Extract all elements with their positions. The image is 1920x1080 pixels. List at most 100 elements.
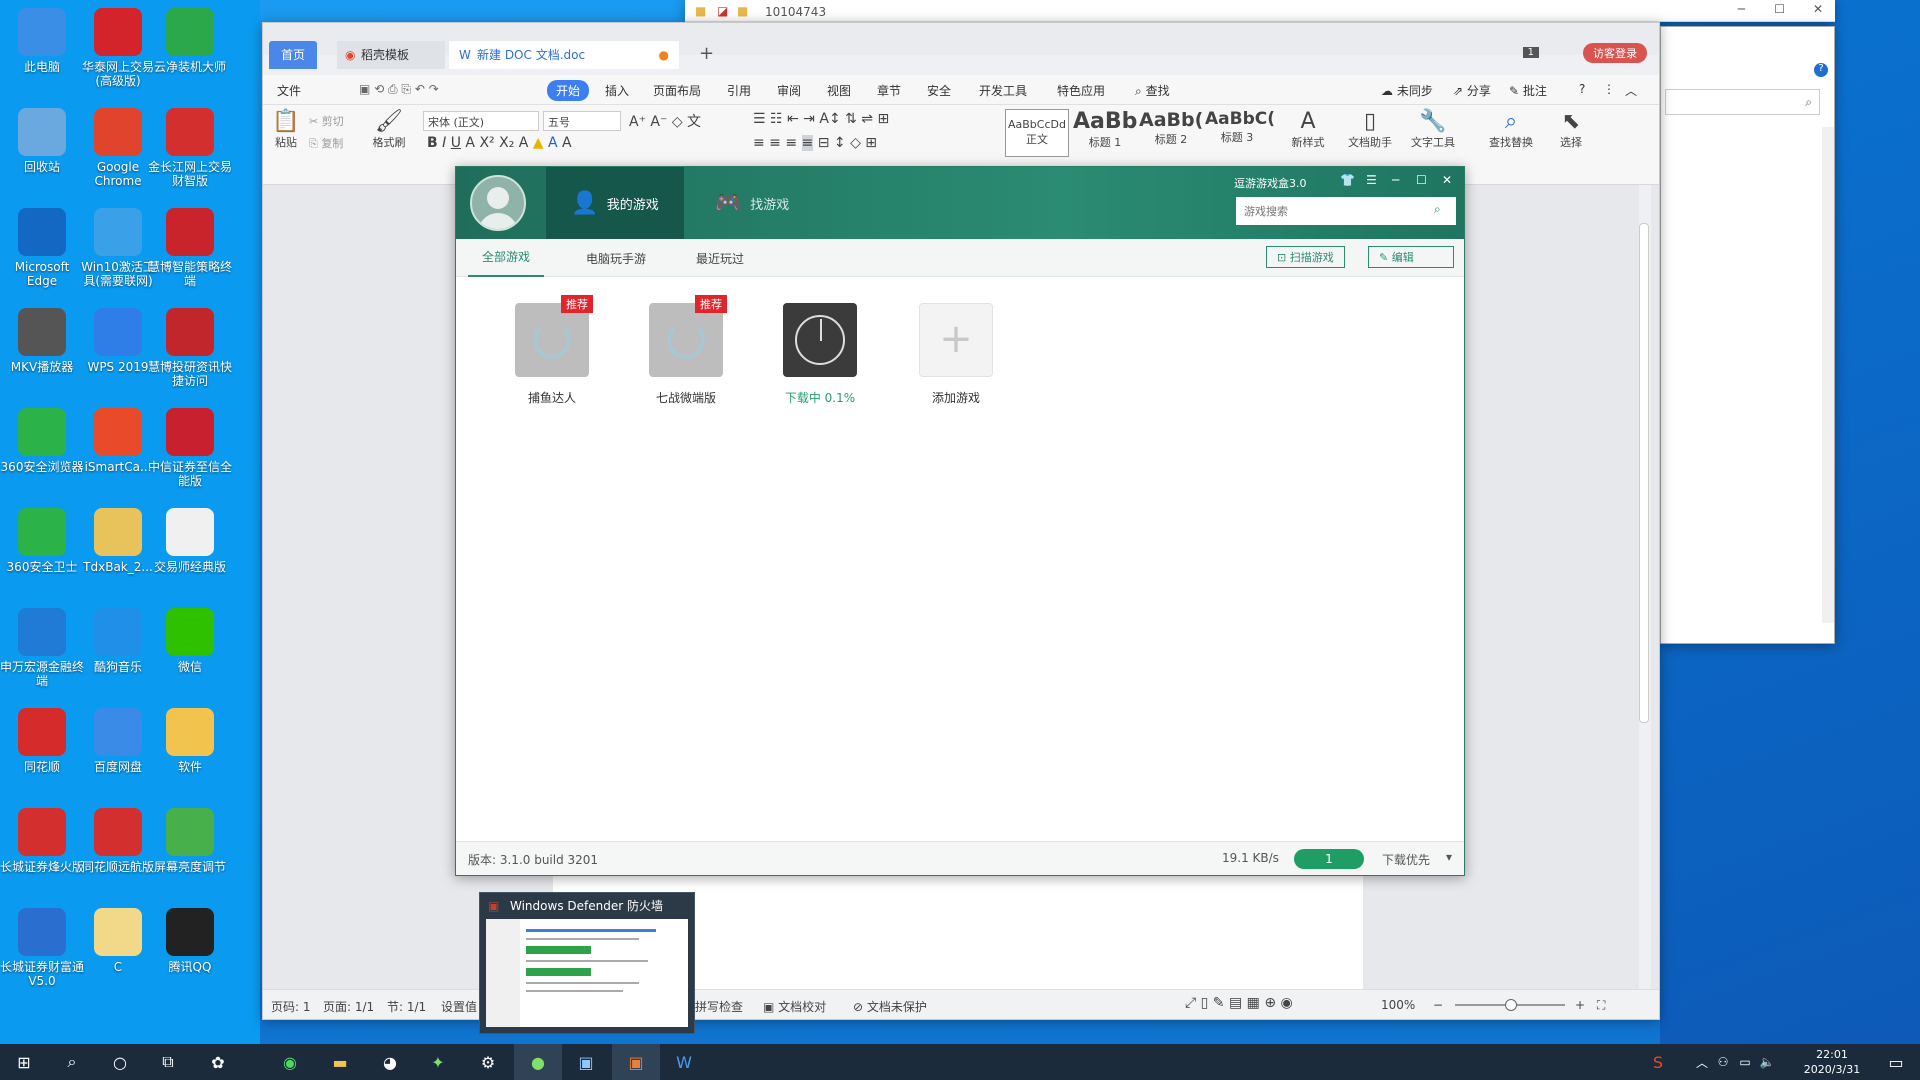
zoom-level[interactable]: 100% [1381,998,1415,1012]
more-icon[interactable]: ⋮ [1603,82,1615,96]
menu-special[interactable]: 特色应用 [1057,82,1105,99]
find-replace-button[interactable]: ⌕ 查找替换 [1481,109,1541,150]
taskbar-app-explorer[interactable]: ▬ [316,1044,364,1080]
add-game-tile[interactable]: + 添加游戏 [896,303,1016,406]
font-adjust-icons[interactable]: A⁺ A⁻ ◇ 文 [629,111,701,131]
view-mode-icons[interactable]: ⤢ ▯ ✎ ▤ ▦ ⊕ ◉ [1185,995,1293,1011]
share-button[interactable]: ⇗ 分享 [1453,82,1491,99]
network-icon[interactable]: ▭ [1734,1044,1756,1080]
scrollbar-thumb[interactable] [1639,223,1649,723]
start-button[interactable]: ⊞ [0,1044,48,1080]
desktop-icon[interactable]: 金长江网上交易财智版 [148,108,232,188]
taskbar-thumbnail[interactable]: ▣ Windows Defender 防火墙 [479,892,695,1034]
text-tool-button[interactable]: 🔧 文字工具 [1403,109,1463,150]
zoom-out-icon[interactable]: − [1433,998,1443,1012]
menu-chapter[interactable]: 章节 [877,82,901,99]
desktop-icon[interactable]: 此电脑 [0,8,84,74]
subtab-recent[interactable]: 最近玩过 [696,250,744,267]
tray-user-icon[interactable]: ⚇ [1712,1044,1734,1080]
clock[interactable]: 22:01 2020/3/31 [1794,1047,1870,1077]
game-tile-downloading[interactable]: 下载中 0.1% [760,303,880,406]
guest-login-button[interactable]: 访客登录 [1583,43,1647,63]
maximize-icon[interactable]: ☐ [1774,2,1785,16]
new-style-button[interactable]: A 新样式 [1283,109,1333,150]
desktop-icon[interactable]: 回收站 [0,108,84,174]
desktop-icon[interactable]: 中信证券至信全能版 [148,408,232,488]
zoom-slider[interactable] [1455,999,1565,1011]
doc-proof-button[interactable]: ▣ 文档校对 [763,998,826,1015]
desktop-icon[interactable]: 同花顺 [0,708,84,774]
paragraph-icons-row2[interactable]: ≡ ≡ ≡ ≡ ⊟ ↕ ◇ ⊞ [753,135,877,151]
menu-icon[interactable]: ☰ [1366,173,1377,187]
game-tile[interactable]: 推荐 捕鱼达人 [492,295,612,406]
desktop-icon[interactable]: 微信 [148,608,232,674]
download-count-badge[interactable]: 1 [1294,849,1364,869]
notification-icon[interactable]: ▭ [1872,1044,1920,1080]
taskbar-app-wps[interactable]: W [660,1044,708,1080]
status-settings[interactable]: 设置值 [441,998,477,1015]
zoom-in-icon[interactable]: + [1575,998,1585,1012]
menu-search[interactable]: ⌕ 查找 [1135,82,1170,99]
menu-insert[interactable]: 插入 [605,82,629,99]
taskbar-app-360browser[interactable]: ◉ [266,1044,314,1080]
minimize-icon[interactable]: ─ [1738,2,1745,16]
menu-security[interactable]: 安全 [927,82,951,99]
save-icon[interactable]: ▣ ⟲ ⎙ ⎘ ↶ ↷ [359,82,439,97]
taskbar-app-puzzle[interactable]: ✦ [414,1044,462,1080]
scan-games-button[interactable]: ⊡ 扫描游戏 [1266,246,1345,268]
menu-view[interactable]: 视图 [827,82,851,99]
doc-helper-button[interactable]: ▯ 文档助手 [1343,109,1397,150]
chevron-down-icon[interactable]: ▾ [1446,850,1452,864]
desktop-icon[interactable]: 慧博智能策略终端 [148,208,232,288]
game-search-input[interactable] [1236,197,1456,225]
tray-expand-icon[interactable]: ︿ [1692,1044,1712,1080]
search-input[interactable] [1665,89,1820,115]
skin-icon[interactable]: 👕 [1340,173,1355,187]
subtab-all-games[interactable]: 全部游戏 [468,239,545,277]
desktop-icon[interactable]: 慧博投研资讯快捷访问 [148,308,232,388]
explorer-window[interactable]: ■ ◪ ■ 10104743 ─ ☐ ✕ [685,0,1835,22]
style-heading-3[interactable]: AaBbC( 标题 3 [1205,109,1275,145]
taskbar-app-settings[interactable]: ⚙ [464,1044,512,1080]
desktop-icon[interactable]: 长城证券财富通V5.0 [0,908,84,988]
taskbar-app-qq[interactable]: ◕ [366,1044,414,1080]
menu-file[interactable]: 文件 [277,82,301,99]
search-icon[interactable]: ⌕ [1434,202,1441,217]
tab-document[interactable]: W 新建 DOC 文档.doc ● [449,41,679,69]
desktop-icon[interactable]: 云净装机大师 [148,8,232,74]
close-icon[interactable]: ✕ [1442,173,1452,187]
menu-layout[interactable]: 页面布局 [653,82,701,99]
minimize-icon[interactable]: ─ [1392,173,1399,187]
tab-find-games[interactable]: 🎮 找游戏 [692,167,812,239]
tray-ime-icon[interactable]: S [1642,1044,1674,1080]
close-icon[interactable]: ✕ [1813,2,1823,16]
sync-status[interactable]: ☁ 未同步 [1381,82,1433,99]
cortana-button[interactable]: ○ [96,1044,144,1080]
taskbar-app-monitor[interactable]: ▣ [562,1044,610,1080]
tab-template[interactable]: ◉ 稻壳模板 [337,41,445,69]
menu-reference[interactable]: 引用 [727,82,751,99]
maximize-icon[interactable]: ☐ [1416,173,1427,187]
game-tile[interactable]: 推荐 七战微端版 [626,295,746,406]
task-view-button[interactable]: ⧉ [144,1044,192,1080]
desktop-icon[interactable]: MKV播放器 [0,308,84,374]
font-family-select[interactable]: 宋体 (正文) [423,111,539,131]
desktop-icon[interactable]: 软件 [148,708,232,774]
desktop-icon[interactable]: 腾讯QQ [148,908,232,974]
format-painter-button[interactable]: 🖌 格式刷 [369,109,409,150]
cut-button[interactable]: ✂ 剪切 [309,113,344,129]
tab-home[interactable]: 首页 [269,41,318,69]
new-tab-icon[interactable]: + [699,43,714,64]
game-box-window[interactable]: 👤我的游戏 🎮找游戏 逗游游戏盒3.0 👕 ☰ ─ ☐ ✕ ⌕ 全部游戏 电脑玩… [455,166,1465,876]
copy-button[interactable]: ⎘ 复制 [309,135,343,151]
paste-button[interactable]: 📋 粘贴 [271,109,301,150]
doc-protect-status[interactable]: ⊘ 文档未保护 [853,998,927,1015]
fit-window-icon[interactable]: ⛶ [1597,998,1605,1013]
help-icon[interactable]: ? [1814,63,1828,77]
zoom-slider-handle[interactable] [1505,999,1517,1011]
desktop-icon[interactable]: 360安全浏览器 [0,408,84,474]
taskbar-app-pinwheel[interactable]: ✿ [194,1044,242,1080]
style-normal[interactable]: AaBbCcDd 正文 [1005,109,1069,157]
comment-button[interactable]: ✎ 批注 [1509,82,1547,99]
font-size-select[interactable]: 五号 [543,111,621,131]
